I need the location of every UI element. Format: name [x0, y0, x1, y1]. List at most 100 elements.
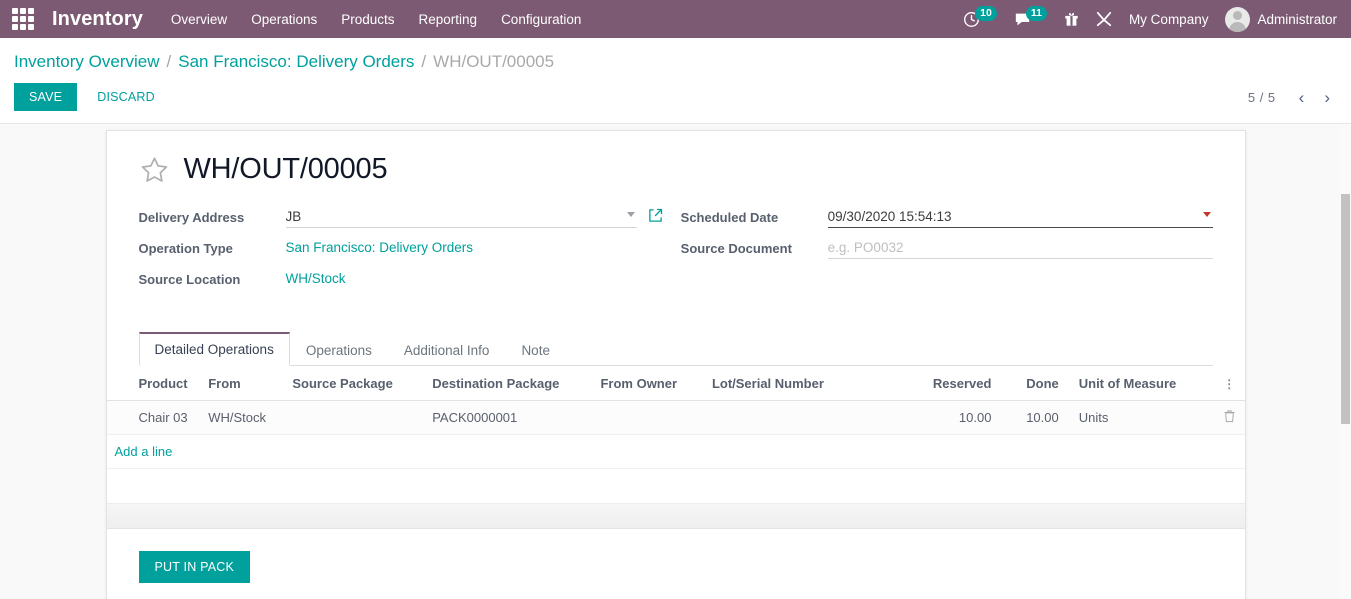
menu-item-operations[interactable]: Operations	[251, 8, 317, 31]
column-header-from[interactable]: From	[200, 366, 284, 401]
cell-destination-package[interactable]: PACK0000001	[424, 401, 592, 435]
field-scheduled-date: Scheduled Date	[681, 208, 1213, 231]
external-link-icon[interactable]	[648, 208, 663, 223]
gift-icon	[1064, 11, 1079, 27]
field-label-delivery-address: Delivery Address	[139, 208, 286, 225]
breadcrumb-item-current-record: WH/OUT/00005	[433, 52, 554, 72]
field-source-document: Source Document	[681, 239, 1213, 262]
menu-item-products[interactable]: Products	[341, 8, 394, 31]
breadcrumb-separator: /	[421, 52, 426, 72]
breadcrumb-item-delivery-orders[interactable]: San Francisco: Delivery Orders	[178, 52, 414, 72]
cell-source-package[interactable]	[284, 401, 424, 435]
field-operation-type: Operation Type San Francisco: Delivery O…	[139, 239, 637, 262]
chevron-down-icon[interactable]	[627, 212, 635, 217]
notebook-tabs: Detailed Operations Operations Additiona…	[139, 331, 1213, 366]
pager-next-button[interactable]: ›	[1317, 89, 1337, 106]
cell-reserved[interactable]: 10.00	[898, 401, 999, 435]
app-brand-inventory[interactable]: Inventory	[52, 8, 143, 31]
add-line-row[interactable]: Add a line	[107, 435, 1245, 469]
cell-from-owner[interactable]	[592, 401, 703, 435]
cell-from[interactable]: WH/Stock	[200, 401, 284, 435]
user-avatar-icon	[1225, 7, 1250, 32]
tab-additional-info[interactable]: Additional Info	[388, 333, 506, 366]
control-panel-actions: SAVE DISCARD 5 / 5 ‹ ›	[14, 72, 1337, 123]
add-a-line-link[interactable]: Add a line	[115, 444, 173, 459]
vertical-dots-icon: ⋮	[1223, 377, 1235, 391]
activities-count-badge: 10	[975, 6, 997, 21]
field-label-source-document: Source Document	[681, 239, 828, 256]
source-document-input[interactable]	[828, 239, 1213, 259]
menu-item-reporting[interactable]: Reporting	[419, 8, 478, 31]
discard-button[interactable]: DISCARD	[84, 83, 168, 111]
column-options-button[interactable]: ⋮	[1214, 366, 1245, 401]
delivery-address-input[interactable]	[286, 208, 637, 228]
messages-count-badge: 11	[1026, 6, 1047, 21]
company-switcher[interactable]: My Company	[1129, 12, 1209, 27]
tab-note[interactable]: Note	[505, 333, 566, 366]
page-title: WH/OUT/00005	[184, 153, 388, 186]
messages-menu-button[interactable]: 11	[1014, 12, 1047, 27]
page-scrollbar[interactable]	[1340, 124, 1351, 599]
notebook: Detailed Operations Operations Additiona…	[139, 331, 1213, 366]
column-header-reserved[interactable]: Reserved	[898, 366, 999, 401]
detailed-operations-list: Product From Source Package Destination …	[107, 366, 1245, 529]
cell-lot-serial-number[interactable]	[704, 401, 899, 435]
list-footer-strip	[107, 503, 1245, 529]
activities-menu-button[interactable]: 10	[963, 11, 997, 28]
put-in-pack-button[interactable]: PUT IN PACK	[139, 551, 251, 583]
star-outline-icon[interactable]	[139, 155, 170, 185]
chevron-down-icon[interactable]	[1203, 212, 1211, 217]
cell-done[interactable]: 10.00	[999, 401, 1066, 435]
apps-grid-icon	[12, 8, 34, 30]
cell-product[interactable]: Chair 03	[107, 401, 201, 435]
column-header-unit-of-measure[interactable]: Unit of Measure	[1067, 366, 1214, 401]
user-name-label: Administrator	[1257, 12, 1337, 27]
save-button[interactable]: SAVE	[14, 83, 77, 111]
field-label-source-location: Source Location	[139, 270, 286, 287]
control-panel: Inventory Overview / San Francisco: Deli…	[0, 38, 1351, 124]
breadcrumb-item-inventory-overview[interactable]: Inventory Overview	[14, 52, 160, 72]
top-navbar: Inventory Overview Operations Products R…	[0, 0, 1351, 38]
column-header-destination-package[interactable]: Destination Package	[424, 366, 592, 401]
pager-counter: 5 / 5	[1248, 90, 1286, 105]
debug-tools-button[interactable]	[1096, 11, 1112, 27]
column-header-source-package[interactable]: Source Package	[284, 366, 424, 401]
main-menu: Overview Operations Products Reporting C…	[171, 8, 581, 31]
operation-type-value-link[interactable]: San Francisco: Delivery Orders	[286, 239, 474, 255]
form-column-left: Delivery Address	[139, 208, 671, 301]
gift-menu-button[interactable]	[1064, 11, 1079, 27]
navbar-right-tools: 10 11 My Company Admini	[963, 7, 1337, 32]
sheet-action-buttons: PUT IN PACK	[107, 529, 1245, 599]
scheduled-date-input[interactable]	[828, 208, 1213, 228]
tab-operations[interactable]: Operations	[290, 333, 388, 366]
field-source-location: Source Location WH/Stock	[139, 270, 637, 293]
column-header-product[interactable]: Product	[107, 366, 201, 401]
wrench-tools-icon	[1096, 11, 1112, 27]
list-empty-filler	[107, 469, 1245, 503]
column-header-from-owner[interactable]: From Owner	[592, 366, 703, 401]
form-view-container: WH/OUT/00005 Delivery Address	[0, 124, 1351, 599]
menu-item-configuration[interactable]: Configuration	[501, 8, 581, 31]
source-location-value-link[interactable]: WH/Stock	[286, 270, 346, 286]
form-sheet: WH/OUT/00005 Delivery Address	[106, 130, 1246, 599]
tab-detailed-operations[interactable]: Detailed Operations	[139, 332, 290, 366]
user-menu-button[interactable]: Administrator	[1225, 7, 1337, 32]
record-title-row: WH/OUT/00005	[139, 153, 1213, 186]
breadcrumb-separator: /	[167, 52, 172, 72]
menu-item-overview[interactable]: Overview	[171, 8, 227, 31]
pager-previous-button[interactable]: ‹	[1292, 89, 1312, 106]
cell-unit-of-measure[interactable]: Units	[1067, 401, 1214, 435]
delete-row-button[interactable]	[1214, 401, 1245, 435]
table-row[interactable]: Chair 03 WH/Stock PACK0000001 10.00 10.0…	[107, 401, 1245, 435]
form-fields: Delivery Address	[139, 208, 1213, 301]
field-label-scheduled-date: Scheduled Date	[681, 208, 828, 225]
page-scrollbar-thumb[interactable]	[1341, 194, 1350, 424]
breadcrumb: Inventory Overview / San Francisco: Deli…	[14, 38, 1337, 72]
column-header-done[interactable]: Done	[999, 366, 1066, 401]
table-header-row: Product From Source Package Destination …	[107, 366, 1245, 401]
column-header-lot-serial-number[interactable]: Lot/Serial Number	[704, 366, 899, 401]
apps-menu-button[interactable]	[6, 2, 40, 36]
trash-icon	[1223, 409, 1236, 423]
form-column-right: Scheduled Date Source Document	[681, 208, 1213, 301]
record-pager: 5 / 5 ‹ ›	[1248, 89, 1337, 106]
